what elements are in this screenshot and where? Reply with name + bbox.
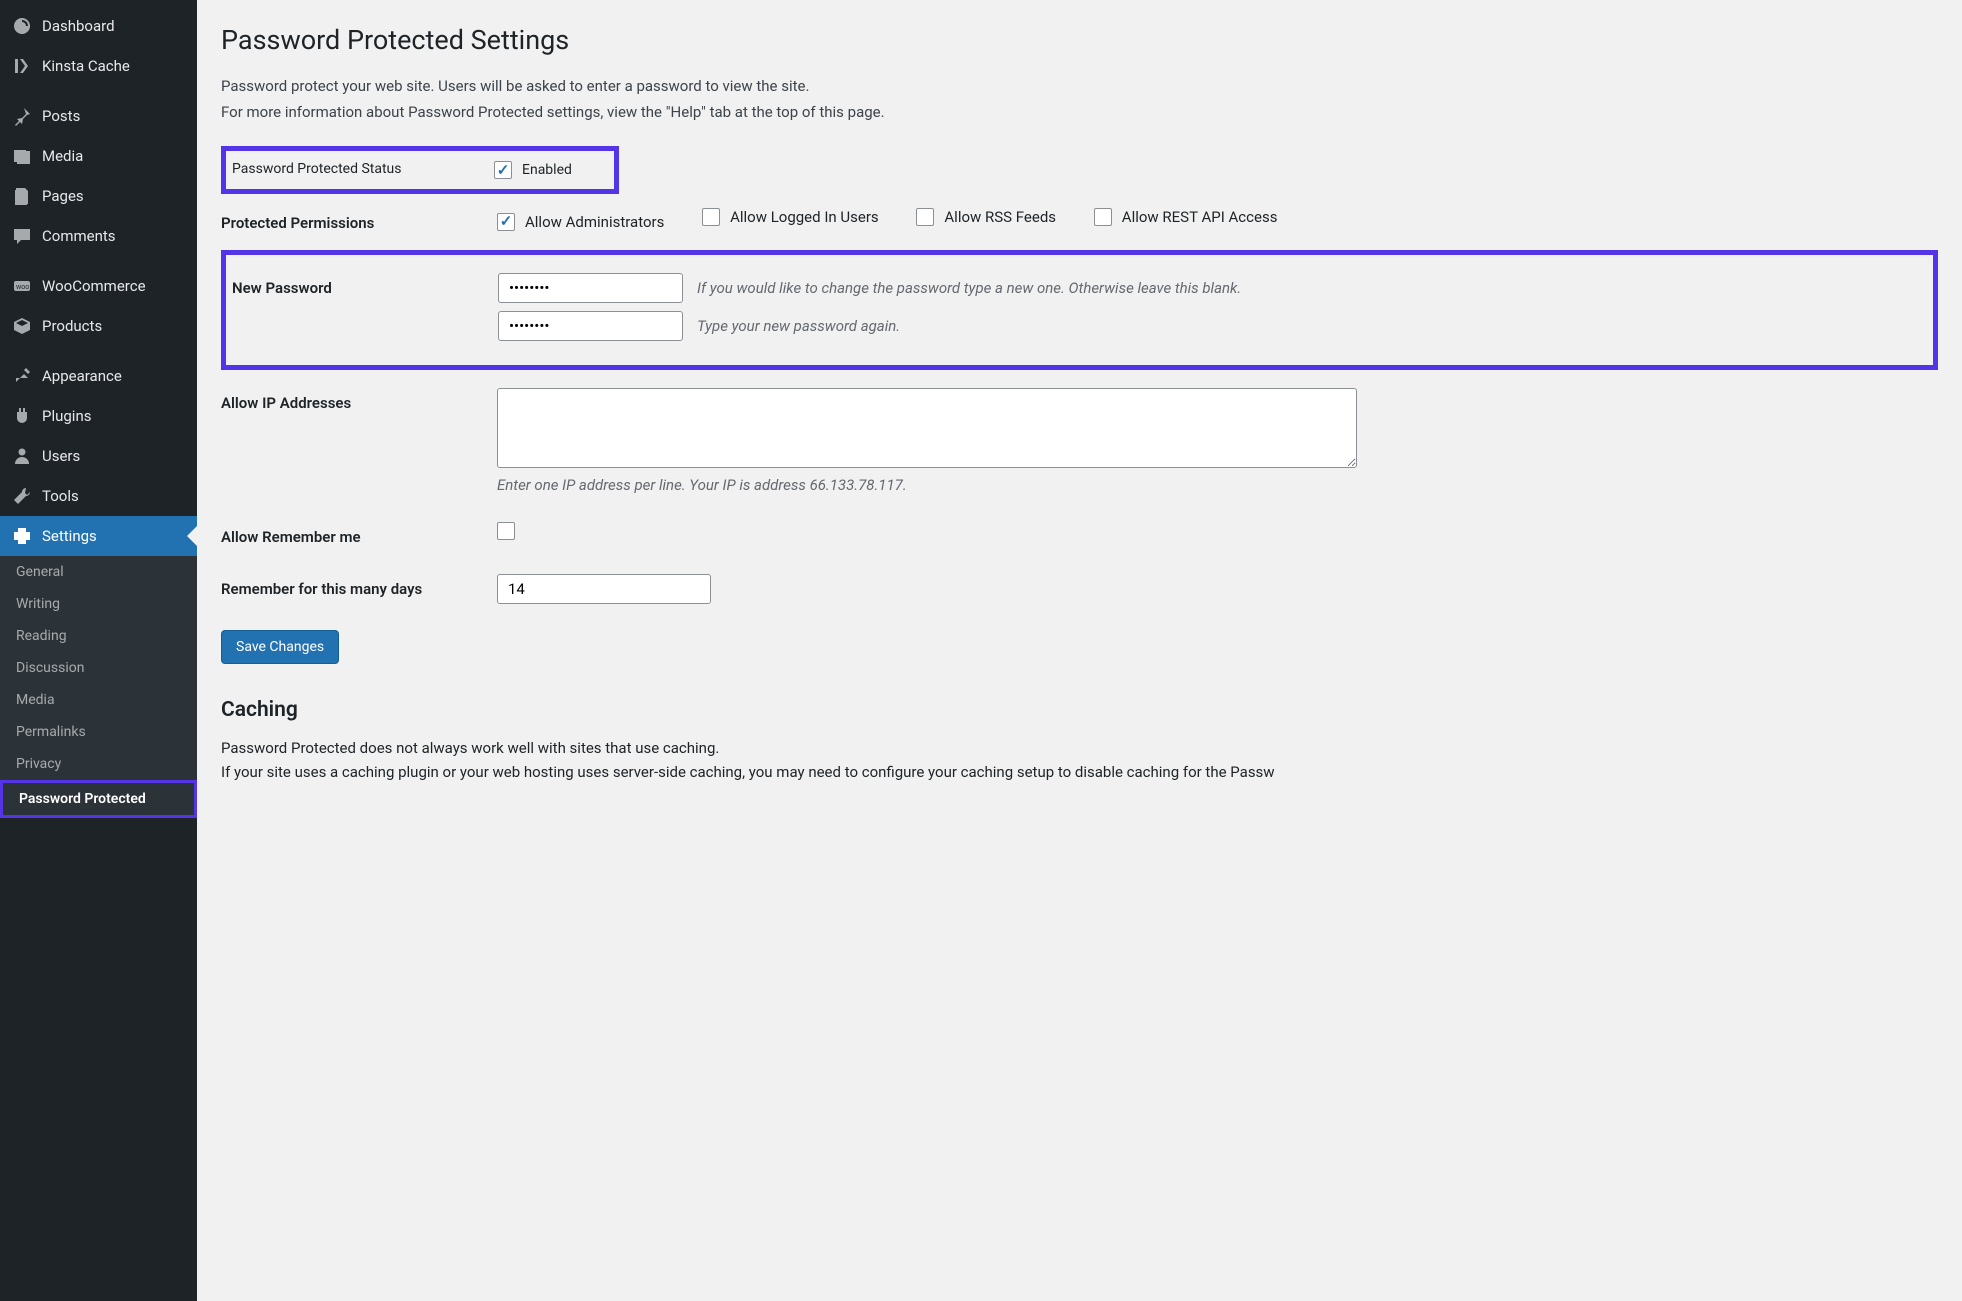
sidebar-item-dashboard[interactable]: Dashboard <box>0 6 197 46</box>
submenu-item-privacy[interactable]: Privacy <box>0 748 197 780</box>
sidebar-item-comments[interactable]: Comments <box>0 216 197 256</box>
caching-title: Caching <box>221 698 1938 722</box>
perm-admin-text: Allow Administrators <box>525 213 664 231</box>
sidebar-item-label: Comments <box>42 227 116 245</box>
plugins-icon <box>12 406 32 426</box>
sidebar-item-settings[interactable]: Settings <box>0 516 197 556</box>
pages-icon <box>12 186 32 206</box>
submenu-item-discussion[interactable]: Discussion <box>0 652 197 684</box>
permissions-label: Protected Permissions <box>221 208 497 232</box>
ip-textarea[interactable] <box>497 388 1357 468</box>
sidebar-item-label: Products <box>42 317 102 335</box>
sidebar-item-woocommerce[interactable]: woo WooCommerce <box>0 266 197 306</box>
main-content: Password Protected Settings Password pro… <box>197 0 1962 1301</box>
dashboard-icon <box>12 16 32 36</box>
sidebar-item-label: Users <box>42 447 80 465</box>
sidebar-item-label: Kinsta Cache <box>42 57 130 75</box>
admin-menu: Dashboard Kinsta Cache Posts Media Pages… <box>0 6 197 556</box>
enabled-option[interactable]: Enabled <box>494 161 572 179</box>
new-password-highlight-box: New Password If you would like to change… <box>221 250 1938 370</box>
admin-sidebar: Dashboard Kinsta Cache Posts Media Pages… <box>0 0 197 1301</box>
enabled-text: Enabled <box>522 162 572 178</box>
ip-label: Allow IP Addresses <box>221 388 497 412</box>
sidebar-item-kinsta-cache[interactable]: Kinsta Cache <box>0 46 197 86</box>
perm-admin-checkbox[interactable] <box>497 213 515 231</box>
description-line: Password protect your web site. Users wi… <box>221 74 1938 98</box>
permissions-row: Protected Permissions Allow Administrato… <box>221 194 1938 246</box>
sidebar-item-label: Plugins <box>42 407 91 425</box>
submenu-item-writing[interactable]: Writing <box>0 588 197 620</box>
submenu-item-password-protected[interactable]: Password Protected <box>0 780 197 818</box>
new-password-input[interactable] <box>498 273 683 303</box>
sidebar-item-media[interactable]: Media <box>0 136 197 176</box>
remember-checkbox[interactable] <box>497 522 515 540</box>
sidebar-item-pages[interactable]: Pages <box>0 176 197 216</box>
sidebar-item-label: Posts <box>42 107 80 125</box>
days-label: Remember for this many days <box>221 574 497 598</box>
pin-icon <box>12 106 32 126</box>
description-line: For more information about Password Prot… <box>221 100 1938 124</box>
submenu-item-media[interactable]: Media <box>0 684 197 716</box>
sidebar-item-label: Dashboard <box>42 17 115 35</box>
save-button[interactable]: Save Changes <box>221 630 339 664</box>
caching-text: Password Protected does not always work … <box>221 736 1938 784</box>
perm-admin-option[interactable]: Allow Administrators <box>497 213 664 231</box>
caching-line: Password Protected does not always work … <box>221 736 1938 760</box>
appearance-icon <box>12 366 32 386</box>
sidebar-item-label: Media <box>42 147 83 165</box>
status-label: Password Protected Status <box>226 161 494 179</box>
perm-rss-checkbox[interactable] <box>916 208 934 226</box>
perm-logged-checkbox[interactable] <box>702 208 720 226</box>
status-highlight-box: Password Protected Status Enabled <box>221 146 619 194</box>
sidebar-item-label: Appearance <box>42 367 122 385</box>
products-icon <box>12 316 32 336</box>
perm-logged-option[interactable]: Allow Logged In Users <box>702 208 879 226</box>
users-icon <box>12 446 32 466</box>
submenu-item-permalinks[interactable]: Permalinks <box>0 716 197 748</box>
settings-submenu: General Writing Reading Discussion Media… <box>0 556 197 818</box>
sidebar-item-label: Pages <box>42 187 84 205</box>
sidebar-item-appearance[interactable]: Appearance <box>0 356 197 396</box>
sidebar-item-posts[interactable]: Posts <box>0 96 197 136</box>
perm-rest-option[interactable]: Allow REST API Access <box>1094 208 1278 226</box>
tools-icon <box>12 486 32 506</box>
days-row: Remember for this many days <box>221 560 1938 618</box>
confirm-password-input[interactable] <box>498 311 683 341</box>
media-icon <box>12 146 32 166</box>
perm-rss-text: Allow RSS Feeds <box>944 208 1056 226</box>
woocommerce-icon: woo <box>12 276 32 296</box>
perm-logged-text: Allow Logged In Users <box>730 208 879 226</box>
new-password-hint: If you would like to change the password… <box>697 279 1241 297</box>
perm-rest-text: Allow REST API Access <box>1122 208 1278 226</box>
perm-rest-checkbox[interactable] <box>1094 208 1112 226</box>
remember-row: Allow Remember me <box>221 508 1938 560</box>
comments-icon <box>12 226 32 246</box>
sidebar-item-label: WooCommerce <box>42 277 146 295</box>
days-input[interactable] <box>497 574 711 604</box>
ip-hint: Enter one IP address per line. Your IP i… <box>497 476 1938 494</box>
svg-text:woo: woo <box>16 283 29 291</box>
enabled-checkbox[interactable] <box>494 161 512 179</box>
page-title: Password Protected Settings <box>221 24 1938 56</box>
ip-row: Allow IP Addresses Enter one IP address … <box>221 374 1938 508</box>
kinsta-icon <box>12 56 32 76</box>
page-description: Password protect your web site. Users wi… <box>221 74 1938 124</box>
sidebar-item-users[interactable]: Users <box>0 436 197 476</box>
sidebar-item-plugins[interactable]: Plugins <box>0 396 197 436</box>
settings-icon <box>12 526 32 546</box>
sidebar-item-tools[interactable]: Tools <box>0 476 197 516</box>
remember-label: Allow Remember me <box>221 522 497 546</box>
sidebar-item-products[interactable]: Products <box>0 306 197 346</box>
perm-rss-option[interactable]: Allow RSS Feeds <box>916 208 1056 226</box>
submenu-item-general[interactable]: General <box>0 556 197 588</box>
sidebar-item-label: Tools <box>42 487 79 505</box>
confirm-password-hint: Type your new password again. <box>697 317 900 335</box>
new-password-label: New Password <box>232 273 498 297</box>
caching-line: If your site uses a caching plugin or yo… <box>221 760 1938 784</box>
submenu-item-reading[interactable]: Reading <box>0 620 197 652</box>
sidebar-item-label: Settings <box>42 527 97 545</box>
